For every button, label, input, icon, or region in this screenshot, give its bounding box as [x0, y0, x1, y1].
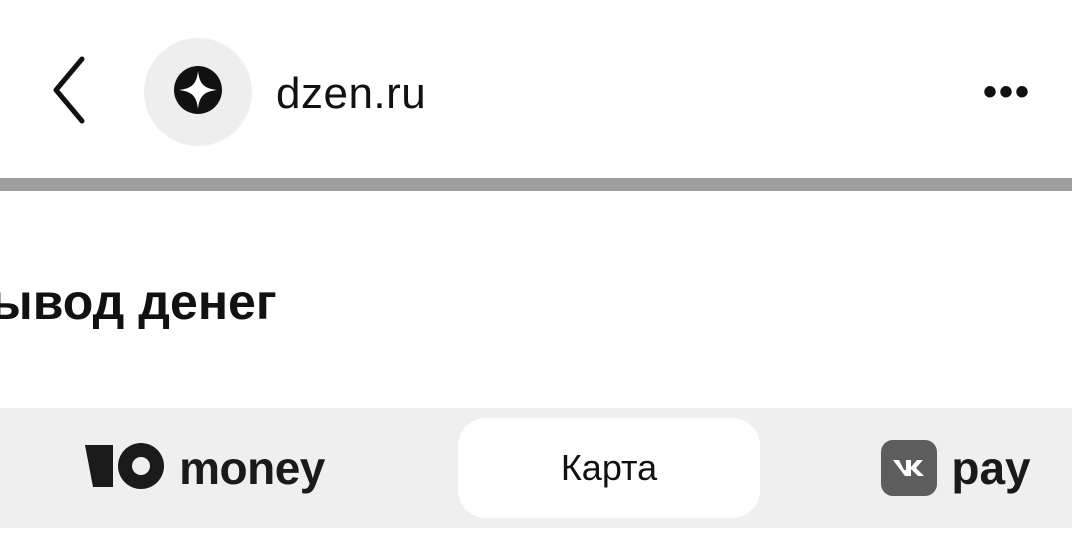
method-card[interactable]: Карта	[458, 418, 760, 518]
browser-top-bar: dzen.ru •••	[0, 0, 1072, 178]
method-vkpay[interactable]: pay	[856, 418, 1056, 518]
dzen-star-icon	[173, 65, 223, 120]
page-load-progress	[0, 178, 1072, 191]
page-title: ывод денег	[0, 274, 277, 330]
more-horizontal-icon: •••	[982, 69, 1031, 114]
site-icon-button[interactable]	[144, 38, 252, 146]
back-button[interactable]	[40, 52, 100, 132]
vkpay-label: pay	[951, 442, 1031, 494]
method-yoomoney[interactable]: money	[40, 418, 370, 518]
domain-label[interactable]: dzen.ru	[276, 66, 426, 122]
yoomoney-logo-icon	[85, 442, 169, 494]
vk-logo-icon	[881, 440, 938, 496]
yoomoney-label: money	[179, 442, 325, 494]
method-card-label: Карта	[560, 447, 658, 488]
more-options-button[interactable]: •••	[972, 60, 1042, 124]
payment-method-selector: money Карта pay	[0, 408, 1072, 528]
yoomoney-logo: money	[85, 441, 325, 495]
chevron-left-icon	[50, 55, 90, 130]
